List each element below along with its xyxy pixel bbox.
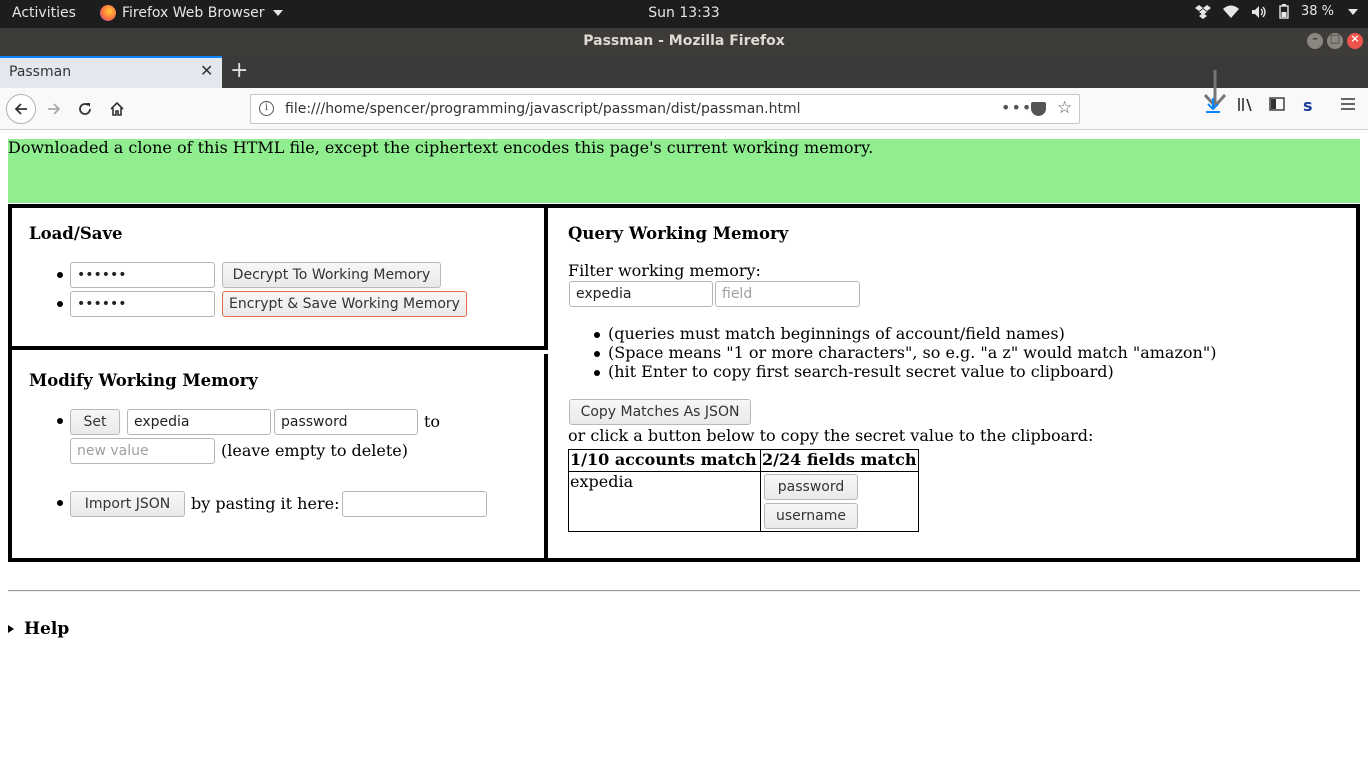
info-icon[interactable]: i xyxy=(259,101,274,116)
app-menu[interactable]: Firefox Web Browser xyxy=(100,5,283,21)
navigation-toolbar: i file:///home/spencer/programming/javas… xyxy=(0,70,1368,130)
tab-label: Passman xyxy=(9,64,72,80)
accounts-match-header: 1/10 accounts match xyxy=(568,449,761,472)
chevron-down-icon xyxy=(272,10,283,16)
pasting-label: by pasting it here: xyxy=(191,494,340,513)
load-save-heading: Load/Save xyxy=(29,224,123,243)
tab-strip: Passman ✕ + xyxy=(0,56,1368,88)
status-notice: Downloaded a clone of this HTML file, ex… xyxy=(8,139,1360,203)
extension-s-icon[interactable]: s xyxy=(1303,96,1313,115)
sidebar-button[interactable] xyxy=(1269,96,1285,115)
copy-username-button[interactable]: username xyxy=(764,503,858,529)
minimize-button[interactable]: – xyxy=(1307,32,1323,49)
download-icon xyxy=(1206,98,1220,113)
dropbox-icon xyxy=(1194,4,1211,19)
home-icon xyxy=(110,101,124,116)
table-header-row: 1/10 accounts match 2/24 fields match xyxy=(568,449,919,472)
forward-button[interactable] xyxy=(40,95,68,123)
window-title-bar: Passman - Mozilla Firefox – □ × xyxy=(0,28,1368,56)
list-bullet xyxy=(57,272,63,278)
back-arrow-icon xyxy=(14,103,27,115)
reload-button[interactable] xyxy=(71,95,99,123)
list-bullet xyxy=(57,418,63,424)
list-bullet xyxy=(57,500,63,506)
decrypt-button[interactable]: Decrypt To Working Memory xyxy=(222,262,441,288)
query-note: (queries must match beginnings of accoun… xyxy=(608,324,1065,343)
chevron-down-icon xyxy=(1348,8,1358,15)
set-button[interactable]: Set xyxy=(70,409,120,435)
menu-button[interactable] xyxy=(1341,96,1355,115)
back-button[interactable] xyxy=(6,94,36,124)
address-bar[interactable]: i file:///home/spencer/programming/javas… xyxy=(250,94,1080,124)
encrypt-password-input[interactable]: •••••• xyxy=(70,291,215,317)
bookmark-star-icon[interactable]: ☆ xyxy=(1057,98,1072,118)
field-filter-input[interactable]: field xyxy=(715,281,860,307)
main-panel-grid: Load/Save •••••• Decrypt To Working Memo… xyxy=(8,204,1360,562)
query-note: (Space means "1 or more characters", so … xyxy=(608,343,1217,362)
library-button[interactable] xyxy=(1237,96,1255,116)
page-actions-icon[interactable]: ••• xyxy=(1001,98,1032,117)
volume-icon xyxy=(1251,5,1266,18)
list-bullet xyxy=(594,351,600,357)
account-cell: expedia xyxy=(568,471,761,532)
leave-empty-label: (leave empty to delete) xyxy=(221,441,408,460)
firefox-logo-icon xyxy=(100,5,116,21)
help-disclosure[interactable]: Help xyxy=(8,619,69,639)
encrypt-save-button[interactable]: Encrypt & Save Working Memory xyxy=(222,291,467,317)
modify-memory-panel: Modify Working Memory Set expedia passwo… xyxy=(12,354,548,558)
battery-percent: 38 % xyxy=(1300,4,1334,19)
new-value-input[interactable]: new value xyxy=(70,438,215,464)
query-note: (hit Enter to copy first search-result s… xyxy=(608,362,1114,381)
fields-cell: password username xyxy=(760,471,919,532)
to-label: to xyxy=(424,412,441,431)
window-title: Passman - Mozilla Firefox xyxy=(583,33,785,49)
fields-match-header: 2/24 fields match xyxy=(760,449,919,472)
account-filter-input[interactable]: expedia xyxy=(569,281,713,307)
close-tab-icon[interactable]: ✕ xyxy=(200,61,213,80)
table-row: expedia password username xyxy=(568,471,919,532)
filter-label: Filter working memory: xyxy=(568,261,761,280)
divider xyxy=(8,590,1360,592)
list-bullet xyxy=(594,370,600,376)
paste-json-input[interactable] xyxy=(342,491,487,517)
hamburger-menu-icon xyxy=(1341,98,1355,110)
help-label: Help xyxy=(24,619,70,639)
close-window-button[interactable]: × xyxy=(1347,32,1363,49)
downloads-button[interactable] xyxy=(1205,96,1221,118)
pocket-icon[interactable] xyxy=(1031,102,1046,116)
page-content: Downloaded a clone of this HTML file, ex… xyxy=(0,131,1368,768)
system-top-bar: Activities Firefox Web Browser Sun 13:33… xyxy=(0,0,1368,28)
decrypt-password-input[interactable]: •••••• xyxy=(70,262,215,288)
sidebar-icon xyxy=(1269,97,1285,111)
tab-passman[interactable]: Passman ✕ xyxy=(0,56,222,88)
forward-arrow-icon xyxy=(48,103,61,115)
account-input[interactable]: expedia xyxy=(127,409,271,435)
battery-icon xyxy=(1279,4,1289,19)
new-tab-button[interactable]: + xyxy=(230,58,248,83)
home-button[interactable] xyxy=(103,95,131,123)
status-notice-text: Downloaded a clone of this HTML file, ex… xyxy=(8,138,874,157)
modify-heading: Modify Working Memory xyxy=(29,371,258,390)
list-bullet xyxy=(57,301,63,307)
url-text[interactable]: file:///home/spencer/programming/javascr… xyxy=(285,101,801,117)
app-menu-label: Firefox Web Browser xyxy=(122,5,265,21)
system-tray[interactable]: 38 % xyxy=(1194,4,1358,19)
copy-matches-json-button[interactable]: Copy Matches As JSON xyxy=(569,399,751,425)
activities-button[interactable]: Activities xyxy=(12,5,76,21)
query-heading: Query Working Memory xyxy=(568,224,789,243)
query-memory-panel: Query Working Memory Filter working memo… xyxy=(552,208,1356,558)
wifi-icon xyxy=(1222,5,1239,18)
list-bullet xyxy=(594,332,600,338)
matches-table: 1/10 accounts match 2/24 fields match ex… xyxy=(568,449,919,532)
disclosure-triangle-icon xyxy=(8,625,14,633)
import-json-button[interactable]: Import JSON xyxy=(70,491,185,517)
copy-password-button[interactable]: password xyxy=(764,474,858,500)
maximize-button[interactable]: □ xyxy=(1327,32,1343,49)
load-save-panel: Load/Save •••••• Decrypt To Working Memo… xyxy=(12,208,548,350)
click-hint: or click a button below to copy the secr… xyxy=(568,426,1094,445)
library-icon xyxy=(1238,98,1252,112)
field-name-input[interactable]: password xyxy=(274,409,418,435)
reload-icon xyxy=(79,103,91,115)
